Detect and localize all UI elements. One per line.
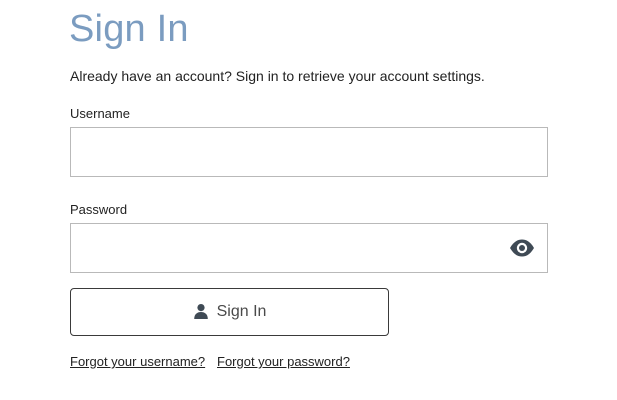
show-password-toggle[interactable] xyxy=(508,237,536,259)
password-label: Password xyxy=(70,202,128,217)
sign-in-button-label: Sign In xyxy=(216,303,267,320)
username-input[interactable] xyxy=(70,127,548,177)
eye-icon xyxy=(510,239,534,257)
intro-text: Already have an account? Sign in to retr… xyxy=(70,68,485,84)
username-label: Username xyxy=(70,106,130,121)
forgot-username-link[interactable]: Forgot your username? xyxy=(70,354,205,370)
password-input[interactable] xyxy=(70,223,548,273)
sign-in-button[interactable]: Sign In xyxy=(70,288,389,336)
user-icon xyxy=(193,303,209,319)
page-title: Sign In xyxy=(69,8,189,50)
forgot-password-link[interactable]: Forgot your password? xyxy=(217,354,350,370)
sign-in-page: Sign In Already have an account? Sign in… xyxy=(0,0,617,400)
